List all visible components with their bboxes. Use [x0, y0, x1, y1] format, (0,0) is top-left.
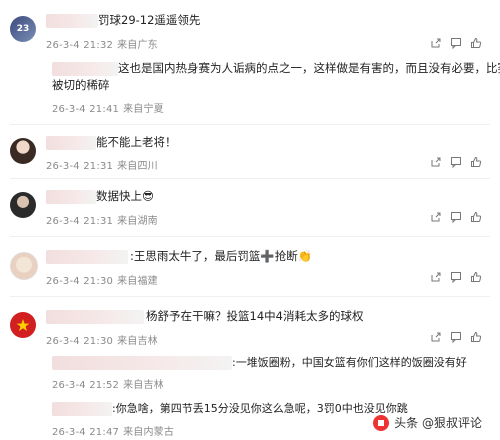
comment-text-body: 数据快上	[96, 189, 142, 203]
comment-text: 数据快上😎	[96, 188, 154, 205]
comment-actions	[426, 34, 486, 52]
comment-time: 26-3-4 21:31	[46, 161, 114, 172]
comment-icon[interactable]	[446, 34, 466, 52]
avatar[interactable]	[10, 192, 36, 218]
comment-icon[interactable]	[446, 153, 466, 171]
reply-time: 26-3-4 21:52	[52, 380, 120, 391]
comment-thread: 23 罚球29-12遥遥领先 26-3-4 21:32 来自广东 这也是国内热身赛…	[0, 0, 500, 440]
reply-meta: 26-3-4 21:47 来自内蒙古	[52, 423, 174, 438]
share-icon[interactable]	[426, 153, 446, 171]
reply-meta: 26-3-4 21:41 来自宁夏	[52, 100, 164, 115]
watermark-text: 头条 @狠叔评论	[394, 416, 482, 430]
username-redacted[interactable]	[46, 14, 98, 28]
divider	[10, 178, 490, 179]
comment-location: 来自湖南	[117, 216, 158, 227]
comment-location: 来自广东	[117, 40, 158, 51]
username-redacted[interactable]	[52, 356, 232, 370]
comment-location: 来自吉林	[117, 336, 158, 347]
reply-location: 来自吉林	[123, 380, 164, 391]
share-icon[interactable]	[426, 328, 446, 346]
watermark: 头条 @狠叔评论	[369, 413, 486, 432]
comment-actions	[426, 153, 486, 171]
comment-meta: 26-3-4 21:31 来自四川	[46, 157, 158, 172]
username-redacted[interactable]	[52, 402, 112, 416]
share-icon[interactable]	[426, 34, 446, 52]
divider	[10, 124, 490, 125]
username-redacted[interactable]	[46, 190, 96, 204]
avatar[interactable]	[10, 252, 38, 280]
comment-actions	[426, 208, 486, 226]
comment-location: 来自福建	[117, 276, 158, 287]
reply-text: :你急啥，第四节丢15分没见你这么急呢，3罚0中也没见你跳	[112, 402, 408, 415]
reply-location: 来自宁夏	[123, 104, 164, 115]
like-icon[interactable]	[466, 153, 486, 171]
comment-meta: 26-3-4 21:32 来自广东	[46, 36, 158, 51]
comment-text-body: :王思雨太牛了，最后罚篮➕抢断	[130, 249, 298, 263]
reply-time: 26-3-4 21:41	[52, 104, 120, 115]
comment-icon[interactable]	[446, 208, 466, 226]
comment-text: 罚球29-12遥遥领先	[98, 13, 201, 27]
like-icon[interactable]	[466, 34, 486, 52]
reply-text: 这也是国内热身赛为人诟病的点之一，这样做是有害的，而且没有必要，比赛也	[118, 61, 500, 75]
username-redacted[interactable]	[46, 250, 128, 264]
comment-text: 能不能上老将！	[96, 135, 177, 149]
comment-actions	[426, 268, 486, 286]
divider	[10, 296, 490, 297]
comment-actions	[426, 328, 486, 346]
reply-text: :一堆饭圈粉，中国女篮有你们这样的饭圈没有好	[232, 356, 467, 369]
avatar[interactable]	[10, 312, 36, 338]
comment-icon[interactable]	[446, 268, 466, 286]
avatar[interactable]: 23	[10, 16, 36, 42]
comment-meta: 26-3-4 21:30 来自福建	[46, 272, 158, 287]
reply-meta: 26-3-4 21:52 来自吉林	[52, 376, 164, 391]
comment-time: 26-3-4 21:32	[46, 40, 114, 51]
reply-text-continued: 被切的稀碎	[52, 78, 110, 92]
emoji: 😎	[142, 189, 154, 203]
username-redacted[interactable]	[46, 310, 144, 324]
comment-text: :王思雨太牛了，最后罚篮➕抢断👏	[130, 248, 312, 265]
comment-time: 26-3-4 21:31	[46, 216, 114, 227]
comment-location: 来自四川	[117, 161, 158, 172]
divider	[10, 236, 490, 237]
share-icon[interactable]	[426, 208, 446, 226]
comment-meta: 26-3-4 21:31 来自湖南	[46, 212, 158, 227]
reply-time: 26-3-4 21:47	[52, 427, 120, 438]
comment-time: 26-3-4 21:30	[46, 276, 114, 287]
emoji: 👏	[297, 249, 313, 263]
avatar[interactable]	[10, 138, 36, 164]
username-redacted[interactable]	[46, 136, 96, 150]
username-redacted[interactable]	[52, 62, 118, 76]
like-icon[interactable]	[466, 328, 486, 346]
like-icon[interactable]	[466, 268, 486, 286]
comment-text: 杨舒予在干嘛？投篮14中4消耗太多的球权	[146, 309, 364, 323]
comment-icon[interactable]	[446, 328, 466, 346]
comment-time: 26-3-4 21:30	[46, 336, 114, 347]
toutiao-logo-icon	[373, 414, 390, 431]
comment-meta: 26-3-4 21:30 来自吉林	[46, 332, 158, 347]
like-icon[interactable]	[466, 208, 486, 226]
reply-location: 来自内蒙古	[123, 427, 175, 438]
share-icon[interactable]	[426, 268, 446, 286]
